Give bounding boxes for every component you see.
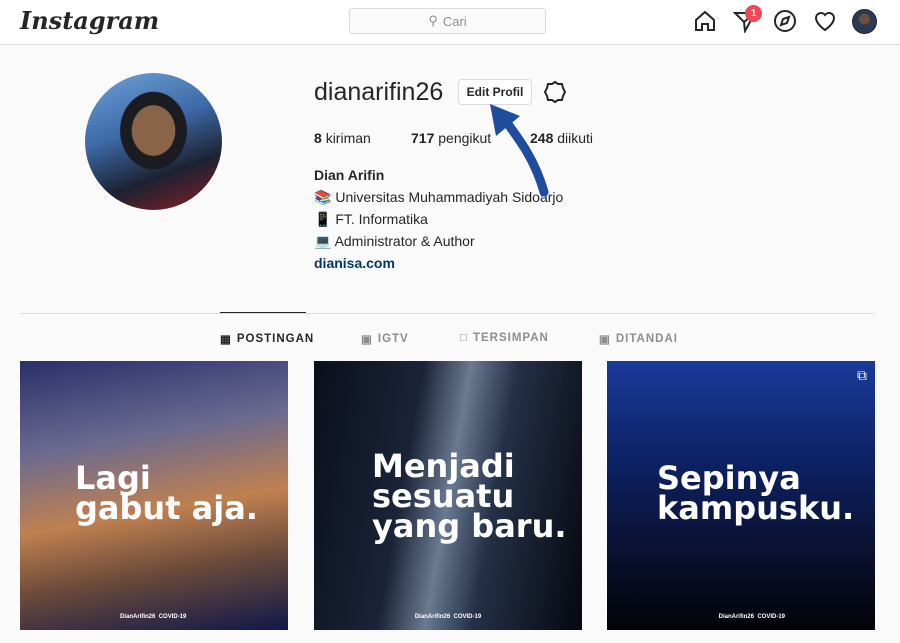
profile-avatar-nav[interactable] bbox=[852, 9, 877, 34]
post-thumbnail[interactable]: Lagi gabut aja. DianArifin26 COVID-19 bbox=[20, 361, 288, 630]
posts-count: 8 kiriman bbox=[314, 130, 371, 146]
username: dianarifin26 bbox=[314, 78, 444, 106]
heart-icon[interactable] bbox=[813, 9, 837, 33]
grid-icon: ▦ bbox=[220, 334, 232, 346]
tabs-divider bbox=[20, 313, 875, 314]
search-placeholder: Cari bbox=[442, 13, 467, 29]
search-icon: ⚲ bbox=[428, 13, 438, 28]
post-thumbnail[interactable]: Menjadi sesuatu yang baru. DianArifin26 CO… bbox=[314, 361, 582, 630]
full-name: Dian Arifin bbox=[314, 167, 385, 183]
bookmark-icon: □ bbox=[460, 332, 468, 344]
tab-saved[interactable]: □ TERSIMPAN bbox=[460, 332, 549, 344]
tagged-icon: ▣ bbox=[599, 334, 611, 346]
home-icon[interactable] bbox=[693, 9, 717, 33]
search-input[interactable]: ⚲ Cari bbox=[349, 8, 546, 34]
tab-igtv[interactable]: ▣ IGTV bbox=[361, 332, 409, 346]
top-navbar: Instagram ⚲ Cari 1 bbox=[0, 0, 900, 45]
notification-badge: 1 bbox=[745, 5, 762, 22]
active-tab-indicator bbox=[220, 312, 306, 313]
tab-tagged[interactable]: ▣ DITANDAI bbox=[599, 332, 678, 346]
multiple-images-icon: ⧉ bbox=[857, 367, 867, 383]
bio-line: 💻 Administrator & Author bbox=[314, 233, 475, 249]
bio-line: 📱 FT. Informatika bbox=[314, 211, 428, 227]
instagram-logo[interactable]: Instagram bbox=[20, 6, 159, 35]
post-thumbnail[interactable]: Sepinya kampusku. ⧉ DianArifin26 COVID-19 bbox=[607, 361, 875, 630]
website-link[interactable]: dianisa.com bbox=[314, 255, 395, 271]
explore-compass-icon[interactable] bbox=[773, 9, 797, 33]
profile-avatar[interactable] bbox=[85, 73, 222, 210]
annotation-arrow bbox=[490, 104, 549, 197]
tab-posts[interactable]: ▦ POSTINGAN bbox=[220, 332, 314, 346]
igtv-icon: ▣ bbox=[361, 334, 373, 346]
